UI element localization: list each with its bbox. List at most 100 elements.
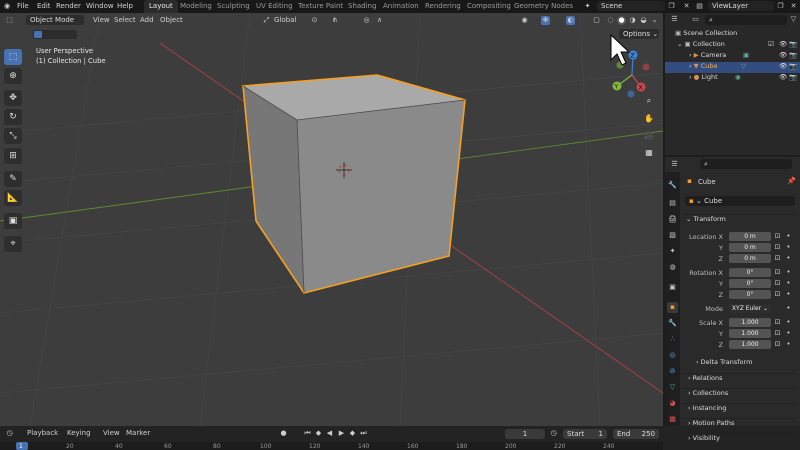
lock-location-y-icon[interactable]: ⊡ [773, 243, 782, 252]
keyframe-scale-y-icon[interactable]: • [784, 329, 793, 338]
tool-tab-icon[interactable]: 🔧 [667, 180, 678, 191]
pivot-icon[interactable]: ⊙ [310, 16, 319, 25]
solid-shading-icon[interactable]: ● [617, 16, 626, 25]
menu-keying[interactable]: Keying [67, 429, 91, 437]
blender-logo-icon[interactable]: ◉ [4, 2, 10, 10]
scene-selector[interactable]: Scene [597, 1, 665, 11]
location-x-field[interactable]: 0 m [729, 232, 771, 241]
shading-dropdown-icon[interactable]: ⌄ [650, 16, 659, 25]
keyframe-scale-x-icon[interactable]: • [784, 318, 793, 327]
annotate-tool-button[interactable]: ✎ [4, 171, 22, 187]
menu-marker[interactable]: Marker [126, 429, 150, 437]
world-tab-icon[interactable]: ◍ [667, 262, 678, 273]
tab-animation[interactable]: Animation [378, 0, 424, 13]
scale-y-field[interactable]: 1.000 [729, 329, 771, 338]
tab-modeling[interactable]: Modeling [175, 0, 217, 13]
jump-start-icon[interactable]: ⏮ [303, 429, 312, 438]
particles-tab-icon[interactable]: ∴ [667, 334, 678, 345]
tab-geometry-nodes[interactable]: Geometry Nodes [509, 0, 578, 13]
cursor-tool-button[interactable]: ⊕ [4, 68, 22, 84]
physics-tab-icon[interactable]: ◎ [667, 350, 678, 361]
end-frame-field[interactable]: End 250 [613, 429, 659, 439]
menu-render[interactable]: Render [56, 2, 81, 10]
extra-tool-button[interactable]: ⌖ [4, 236, 22, 252]
camera-eye-icon[interactable]: 👁 [779, 51, 787, 59]
keyframe-location-z-icon[interactable]: • [784, 254, 793, 263]
lock-scale-x-icon[interactable]: ⊡ [773, 318, 782, 327]
move-tool-button[interactable]: ✥ [4, 90, 22, 106]
cube-object[interactable] [242, 74, 466, 294]
copy-scene-icon[interactable]: ❐ [667, 2, 676, 11]
clock-icon[interactable]: ◷ [549, 429, 558, 438]
camera-render-icon[interactable]: 📷 [789, 51, 797, 59]
keyframe-rotation-x-icon[interactable]: • [784, 268, 793, 277]
location-y-field[interactable]: 0 m [729, 243, 771, 252]
display-mode-icon[interactable]: ▭ [691, 15, 700, 24]
menu-view[interactable]: View [93, 16, 110, 24]
jump-end-icon[interactable]: ⏭ [359, 429, 368, 438]
zoom-icon[interactable]: ⌕ [642, 94, 656, 108]
visibility-icon[interactable]: ◉ [520, 16, 529, 25]
lock-rotation-x-icon[interactable]: ⊡ [773, 268, 782, 277]
orientation-label[interactable]: Global [274, 16, 296, 24]
cube-mesh-icon[interactable]: ▽ [741, 62, 746, 70]
texture-tab-icon[interactable]: ▩ [667, 414, 678, 425]
location-z-field[interactable]: 0 m [729, 254, 771, 263]
light-data-icon[interactable]: ◉ [735, 73, 741, 81]
outliner-item-cube[interactable]: › ▼ Cube ▽ 👁 📷 [665, 62, 800, 73]
play-reverse-icon[interactable]: ◀ [325, 429, 334, 438]
timeline-editor-icon[interactable]: ◷ [5, 429, 14, 438]
camera-data-icon[interactable]: ▣ [743, 51, 749, 59]
tab-sculpting[interactable]: Sculpting [212, 0, 255, 13]
tab-uv-editing[interactable]: UV Editing [251, 0, 298, 13]
editor-type-icon[interactable]: ⬚ [5, 16, 14, 25]
keyframe-mode-icon[interactable]: • [784, 304, 793, 313]
lock-scale-y-icon[interactable]: ⊡ [773, 329, 782, 338]
instancing-panel[interactable]: › Instancing [682, 403, 797, 415]
menu-help[interactable]: Help [117, 2, 133, 10]
keyframe-location-y-icon[interactable]: • [784, 243, 793, 252]
scale-x-field[interactable]: 1.000 [729, 318, 771, 327]
transform-orientation-icon[interactable]: ⤢ [262, 16, 271, 25]
snap-icon[interactable]: ⋔ [330, 16, 339, 25]
menu-object[interactable]: Object [160, 16, 183, 24]
output-tab-icon[interactable]: 🖨 [667, 214, 678, 225]
add-cube-tool-button[interactable]: ▣ [4, 213, 22, 229]
relations-panel[interactable]: › Relations [682, 373, 797, 385]
cube-eye-icon[interactable]: 👁 [779, 62, 787, 70]
collection-render-icon[interactable]: 📷 [789, 40, 797, 48]
render-tab-icon[interactable]: ▤ [667, 198, 678, 209]
material-shading-icon[interactable]: ◑ [628, 16, 637, 25]
lock-location-z-icon[interactable]: ⊡ [773, 254, 782, 263]
outliner-item-light[interactable]: › ● Light ◉ 👁 📷 [665, 73, 800, 84]
outliner-editor-icon[interactable]: ☰ [670, 15, 679, 24]
camera-view-icon[interactable]: 🎥 [642, 128, 656, 142]
lock-rotation-y-icon[interactable]: ⊡ [773, 279, 782, 288]
material-tab-icon[interactable]: ◕ [667, 398, 678, 409]
tab-shading[interactable]: Shading [343, 0, 381, 13]
xray-icon[interactable]: ▢ [592, 16, 601, 25]
lock-scale-z-icon[interactable]: ⊡ [773, 340, 782, 349]
scene-tab-icon[interactable]: ✦ [667, 246, 678, 257]
modifier-tab-icon[interactable]: 🔧 [667, 318, 678, 329]
tab-rendering[interactable]: Rendering [420, 0, 466, 13]
properties-editor-icon[interactable]: ☰ [670, 160, 679, 169]
constraints-tab-icon[interactable]: ⊘ [667, 366, 678, 377]
outliner-scene-collection[interactable]: ▣ Scene Collection [665, 29, 800, 40]
transform-panel-header[interactable]: ⌄ Transform [682, 214, 797, 226]
light-render-icon[interactable]: 📷 [789, 73, 797, 81]
object-tab-icon[interactable]: ▪ [667, 302, 678, 313]
scale-z-field[interactable]: 1.000 [729, 340, 771, 349]
rendered-shading-icon[interactable]: ◒ [639, 16, 648, 25]
copy-view-layer-icon[interactable]: ❐ [776, 2, 785, 11]
view-layer-selector[interactable]: ViewLayer [708, 1, 774, 11]
current-frame-field[interactable]: 1 [505, 429, 545, 439]
menu-file[interactable]: File [17, 2, 29, 10]
pan-hand-icon[interactable]: ✋ [642, 111, 656, 125]
tab-compositing[interactable]: Compositing [462, 0, 516, 13]
options-dropdown[interactable]: Options ⌄ [619, 29, 659, 39]
collection-eye-icon[interactable]: 👁 [779, 40, 787, 48]
tab-layout[interactable]: Layout [144, 0, 178, 13]
wireframe-shading-icon[interactable]: ◌ [606, 16, 615, 25]
collection-tab-icon[interactable]: ▣ [667, 282, 678, 293]
